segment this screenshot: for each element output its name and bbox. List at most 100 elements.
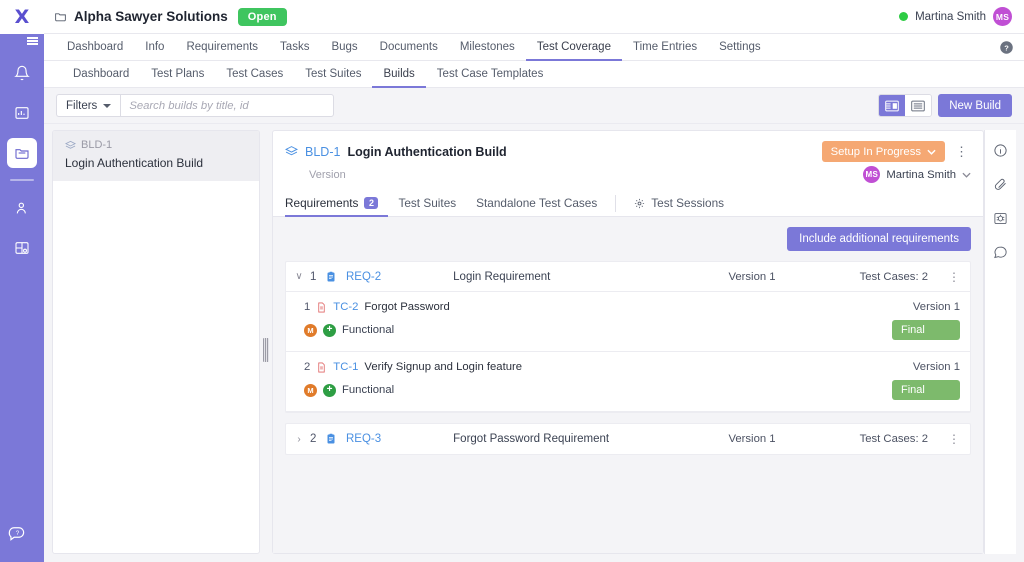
requirement-index: 2 <box>310 433 317 445</box>
build-id-label: BLD-1 <box>81 139 113 151</box>
build-owner-name: Martina Smith <box>886 168 956 181</box>
topbar-user[interactable]: Martina Smith MS <box>899 7 1012 26</box>
hamburger-menu-icon[interactable] <box>0 34 44 48</box>
test-case-status-badge: Final <box>892 380 960 400</box>
app-window: X ? Alpha Sawyer Solutions Open Martina … <box>0 0 1024 562</box>
requirements-content: Include additional requirements ∨ 1 REQ-… <box>273 217 983 553</box>
bug-icon[interactable] <box>991 208 1011 228</box>
folder-icon <box>54 10 67 23</box>
filters-label: Filters <box>66 99 98 112</box>
tab-test-suites[interactable]: Test Suites <box>388 191 466 217</box>
tab-tasks[interactable]: Tasks <box>269 34 320 61</box>
test-case-id[interactable]: TC-2 <box>333 301 358 313</box>
tab-standalone-test-cases[interactable]: Standalone Test Cases <box>466 191 607 217</box>
app-logo[interactable]: X <box>0 0 44 34</box>
tab-milestones[interactable]: Milestones <box>449 34 526 61</box>
online-status-dot <box>899 12 909 21</box>
view-toggle <box>878 94 933 117</box>
include-additional-requirements-button[interactable]: Include additional requirements <box>787 227 971 251</box>
priority-badge: M <box>304 383 317 397</box>
build-version-label: Version <box>309 168 346 181</box>
tab-requirements[interactable]: Requirements 2 <box>285 191 389 217</box>
tab-time-entries[interactable]: Time Entries <box>622 34 708 61</box>
chevron-down-icon <box>962 172 971 178</box>
list-view-icon[interactable] <box>905 95 932 116</box>
attachment-icon[interactable] <box>991 174 1011 194</box>
split-view-icon[interactable] <box>879 95 906 116</box>
test-case-id[interactable]: TC-1 <box>333 361 358 373</box>
build-detail-id[interactable]: BLD-1 <box>305 145 340 159</box>
pane-splitter[interactable] <box>260 130 272 554</box>
tab-documents[interactable]: Documents <box>369 34 449 61</box>
requirement-id[interactable]: REQ-3 <box>346 433 381 445</box>
test-case-type-icon: + <box>323 323 336 337</box>
detail-icon-rail <box>984 130 1016 554</box>
requirements-list: › 2 REQ-3 Forgot Password Requirement Ve… <box>285 423 971 455</box>
help-icon[interactable]: ? <box>999 34 1024 60</box>
avatar[interactable]: MS <box>993 7 1012 26</box>
sidebar-item-projects[interactable] <box>7 138 37 168</box>
build-options-kebab[interactable]: ⋮ <box>952 145 971 158</box>
sidebar-item-reports[interactable] <box>7 233 37 263</box>
comment-icon[interactable] <box>991 242 1011 262</box>
subtab-test-cases[interactable]: Test Cases <box>215 61 294 88</box>
test-case-icon <box>316 362 327 373</box>
test-case-primary-line: 2 TC-1 Verify Signup and Login feature V… <box>304 361 960 373</box>
table-row[interactable]: ∨ 1 REQ-2 Login Requirement Version 1 Te… <box>286 262 970 292</box>
svg-text:?: ? <box>1004 43 1009 52</box>
tab-dashboard[interactable]: Dashboard <box>56 34 134 61</box>
priority-badge: M <box>304 323 317 337</box>
test-case-name: Forgot Password <box>364 301 450 313</box>
subtab-builds[interactable]: Builds <box>372 61 426 88</box>
splitter-grip[interactable] <box>263 338 269 362</box>
user-name: Martina Smith <box>915 10 986 23</box>
subtab-test-case-templates[interactable]: Test Case Templates <box>426 61 555 88</box>
test-case-row[interactable]: 2 TC-1 Verify Signup and Login feature V… <box>286 352 970 412</box>
build-icon <box>65 140 76 151</box>
test-case-status-badge: Final <box>892 320 960 340</box>
test-case-version: Version 1 <box>912 361 960 373</box>
test-case-row[interactable]: 1 TC-2 Forgot Password Version 1 M + Fun… <box>286 292 970 352</box>
filters-button[interactable]: Filters <box>56 94 121 117</box>
tab-test-coverage[interactable]: Test Coverage <box>525 34 622 61</box>
info-icon[interactable] <box>991 140 1011 160</box>
tab-bugs[interactable]: Bugs <box>320 34 368 61</box>
build-detail-actions: Setup In Progress ⋮ <box>821 141 971 162</box>
support-icon[interactable]: ? <box>7 523 26 542</box>
svg-text:?: ? <box>16 530 20 537</box>
page-title: Login Authentication Build <box>347 144 507 159</box>
tab-test-sessions[interactable]: Test Sessions <box>624 191 734 217</box>
test-case-version: Version 1 <box>912 301 960 313</box>
tab-info[interactable]: Info <box>134 34 175 61</box>
requirement-options-kebab[interactable]: ⋮ <box>948 270 960 284</box>
chevron-down-icon[interactable]: ∨ <box>294 271 304 282</box>
status-dropdown-button[interactable]: Setup In Progress <box>821 141 945 162</box>
topbar: Alpha Sawyer Solutions Open Martina Smit… <box>44 0 1024 34</box>
search-input[interactable] <box>120 94 335 117</box>
build-title-label: Login Authentication Build <box>65 156 204 170</box>
tab-requirements-badge: 2 <box>364 197 379 209</box>
subtab-test-suites[interactable]: Test Suites <box>294 61 372 88</box>
chevron-right-icon[interactable]: › <box>294 434 304 445</box>
tab-requirements-label: Requirements <box>285 196 359 210</box>
build-owner[interactable]: MS Martina Smith <box>863 166 971 183</box>
subtab-test-plans[interactable]: Test Plans <box>140 61 215 88</box>
chevron-down-icon <box>927 149 936 155</box>
requirement-version: Version 1 <box>728 433 776 445</box>
tab-settings[interactable]: Settings <box>708 34 772 61</box>
sidebar-item-users[interactable] <box>7 193 37 223</box>
new-build-button[interactable]: New Build <box>938 94 1012 117</box>
sidebar-item-notifications[interactable] <box>7 58 37 88</box>
table-row[interactable]: › 2 REQ-3 Forgot Password Requirement Ve… <box>286 424 970 454</box>
test-case-meta-line: M + Functional Final <box>304 320 960 340</box>
project-breadcrumb[interactable]: Alpha Sawyer Solutions <box>54 9 228 24</box>
gear-icon <box>634 198 645 209</box>
subtab-dashboard[interactable]: Dashboard <box>62 61 140 88</box>
tab-requirements[interactable]: Requirements <box>175 34 269 61</box>
list-item[interactable]: BLD-1 Login Authentication Build <box>53 131 259 181</box>
requirement-id[interactable]: REQ-2 <box>346 271 381 283</box>
requirement-options-kebab[interactable]: ⋮ <box>948 432 960 446</box>
sidebar-item-dashboard[interactable] <box>7 98 37 128</box>
build-id-row: BLD-1 <box>65 139 249 151</box>
primary-nav: Dashboard Info Requirements Tasks Bugs D… <box>44 34 1024 61</box>
